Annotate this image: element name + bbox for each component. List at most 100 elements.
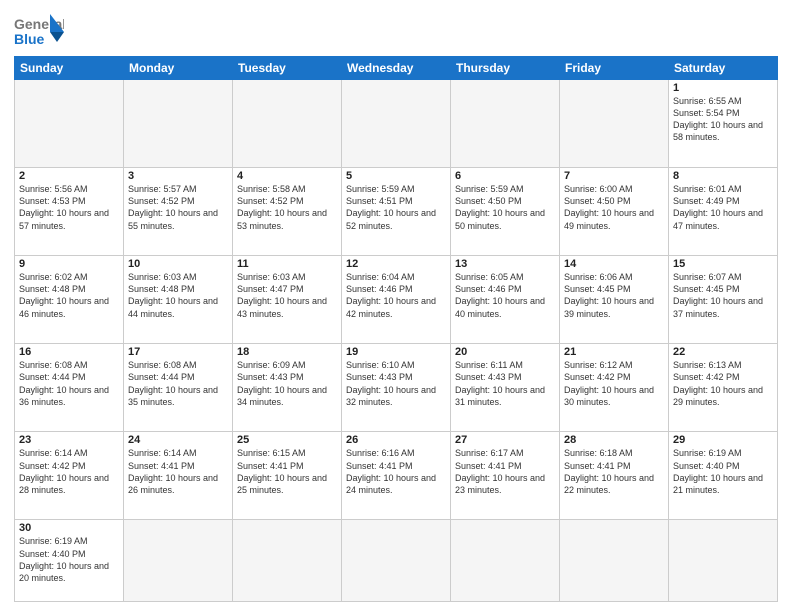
calendar-cell: 8Sunrise: 6:01 AM Sunset: 4:49 PM Daylig… [669, 168, 778, 256]
day-info: Sunrise: 5:57 AM Sunset: 4:52 PM Dayligh… [128, 183, 228, 232]
day-info: Sunrise: 6:19 AM Sunset: 4:40 PM Dayligh… [19, 535, 119, 584]
day-number: 29 [673, 434, 773, 446]
calendar-cell: 29Sunrise: 6:19 AM Sunset: 4:40 PM Dayli… [669, 432, 778, 520]
day-info: Sunrise: 6:11 AM Sunset: 4:43 PM Dayligh… [455, 359, 555, 408]
day-number: 8 [673, 170, 773, 182]
calendar-cell: 17Sunrise: 6:08 AM Sunset: 4:44 PM Dayli… [124, 344, 233, 432]
calendar-cell: 14Sunrise: 6:06 AM Sunset: 4:45 PM Dayli… [560, 256, 669, 344]
day-info: Sunrise: 6:17 AM Sunset: 4:41 PM Dayligh… [455, 447, 555, 496]
weekday-header-wednesday: Wednesday [342, 57, 451, 80]
day-info: Sunrise: 6:19 AM Sunset: 4:40 PM Dayligh… [673, 447, 773, 496]
day-number: 2 [19, 170, 119, 182]
calendar-cell: 25Sunrise: 6:15 AM Sunset: 4:41 PM Dayli… [233, 432, 342, 520]
day-number: 14 [564, 258, 664, 270]
day-info: Sunrise: 6:04 AM Sunset: 4:46 PM Dayligh… [346, 271, 446, 320]
calendar-cell: 3Sunrise: 5:57 AM Sunset: 4:52 PM Daylig… [124, 168, 233, 256]
calendar-cell: 26Sunrise: 6:16 AM Sunset: 4:41 PM Dayli… [342, 432, 451, 520]
day-number: 28 [564, 434, 664, 446]
calendar-cell: 21Sunrise: 6:12 AM Sunset: 4:42 PM Dayli… [560, 344, 669, 432]
day-info: Sunrise: 6:15 AM Sunset: 4:41 PM Dayligh… [237, 447, 337, 496]
page: GeneralBlue SundayMondayTuesdayWednesday… [0, 0, 792, 612]
calendar-cell [233, 520, 342, 602]
calendar-cell: 15Sunrise: 6:07 AM Sunset: 4:45 PM Dayli… [669, 256, 778, 344]
day-info: Sunrise: 5:59 AM Sunset: 4:50 PM Dayligh… [455, 183, 555, 232]
weekday-header-tuesday: Tuesday [233, 57, 342, 80]
day-number: 7 [564, 170, 664, 182]
week-row-5: 23Sunrise: 6:14 AM Sunset: 4:42 PM Dayli… [15, 432, 778, 520]
svg-text:Blue: Blue [14, 31, 45, 47]
day-info: Sunrise: 6:05 AM Sunset: 4:46 PM Dayligh… [455, 271, 555, 320]
calendar-cell [15, 80, 124, 168]
week-row-3: 9Sunrise: 6:02 AM Sunset: 4:48 PM Daylig… [15, 256, 778, 344]
calendar-cell: 24Sunrise: 6:14 AM Sunset: 4:41 PM Dayli… [124, 432, 233, 520]
day-info: Sunrise: 6:02 AM Sunset: 4:48 PM Dayligh… [19, 271, 119, 320]
day-info: Sunrise: 5:58 AM Sunset: 4:52 PM Dayligh… [237, 183, 337, 232]
day-number: 13 [455, 258, 555, 270]
calendar-cell: 2Sunrise: 5:56 AM Sunset: 4:53 PM Daylig… [15, 168, 124, 256]
calendar-cell [233, 80, 342, 168]
weekday-header-sunday: Sunday [15, 57, 124, 80]
day-info: Sunrise: 6:08 AM Sunset: 4:44 PM Dayligh… [19, 359, 119, 408]
calendar-cell: 27Sunrise: 6:17 AM Sunset: 4:41 PM Dayli… [451, 432, 560, 520]
week-row-1: 1Sunrise: 6:55 AM Sunset: 5:54 PM Daylig… [15, 80, 778, 168]
weekday-header-row: SundayMondayTuesdayWednesdayThursdayFrid… [15, 57, 778, 80]
calendar-cell: 1Sunrise: 6:55 AM Sunset: 5:54 PM Daylig… [669, 80, 778, 168]
calendar-cell: 20Sunrise: 6:11 AM Sunset: 4:43 PM Dayli… [451, 344, 560, 432]
day-number: 24 [128, 434, 228, 446]
day-number: 30 [19, 522, 119, 534]
day-info: Sunrise: 6:10 AM Sunset: 4:43 PM Dayligh… [346, 359, 446, 408]
day-number: 5 [346, 170, 446, 182]
weekday-header-friday: Friday [560, 57, 669, 80]
calendar-cell: 18Sunrise: 6:09 AM Sunset: 4:43 PM Dayli… [233, 344, 342, 432]
calendar-cell [669, 520, 778, 602]
day-info: Sunrise: 6:09 AM Sunset: 4:43 PM Dayligh… [237, 359, 337, 408]
day-info: Sunrise: 6:06 AM Sunset: 4:45 PM Dayligh… [564, 271, 664, 320]
day-number: 9 [19, 258, 119, 270]
day-number: 18 [237, 346, 337, 358]
day-info: Sunrise: 6:00 AM Sunset: 4:50 PM Dayligh… [564, 183, 664, 232]
calendar-cell [451, 520, 560, 602]
calendar-cell: 28Sunrise: 6:18 AM Sunset: 4:41 PM Dayli… [560, 432, 669, 520]
day-info: Sunrise: 6:08 AM Sunset: 4:44 PM Dayligh… [128, 359, 228, 408]
day-info: Sunrise: 6:14 AM Sunset: 4:42 PM Dayligh… [19, 447, 119, 496]
day-number: 25 [237, 434, 337, 446]
calendar-cell [342, 80, 451, 168]
day-info: Sunrise: 6:18 AM Sunset: 4:41 PM Dayligh… [564, 447, 664, 496]
day-number: 11 [237, 258, 337, 270]
day-number: 12 [346, 258, 446, 270]
day-info: Sunrise: 5:56 AM Sunset: 4:53 PM Dayligh… [19, 183, 119, 232]
day-number: 15 [673, 258, 773, 270]
calendar-cell: 13Sunrise: 6:05 AM Sunset: 4:46 PM Dayli… [451, 256, 560, 344]
day-info: Sunrise: 5:59 AM Sunset: 4:51 PM Dayligh… [346, 183, 446, 232]
day-number: 21 [564, 346, 664, 358]
day-info: Sunrise: 6:07 AM Sunset: 4:45 PM Dayligh… [673, 271, 773, 320]
day-info: Sunrise: 6:01 AM Sunset: 4:49 PM Dayligh… [673, 183, 773, 232]
day-info: Sunrise: 6:03 AM Sunset: 4:48 PM Dayligh… [128, 271, 228, 320]
weekday-header-monday: Monday [124, 57, 233, 80]
calendar-cell: 5Sunrise: 5:59 AM Sunset: 4:51 PM Daylig… [342, 168, 451, 256]
calendar-cell: 12Sunrise: 6:04 AM Sunset: 4:46 PM Dayli… [342, 256, 451, 344]
day-info: Sunrise: 6:03 AM Sunset: 4:47 PM Dayligh… [237, 271, 337, 320]
week-row-6: 30Sunrise: 6:19 AM Sunset: 4:40 PM Dayli… [15, 520, 778, 602]
calendar-cell: 7Sunrise: 6:00 AM Sunset: 4:50 PM Daylig… [560, 168, 669, 256]
day-info: Sunrise: 6:16 AM Sunset: 4:41 PM Dayligh… [346, 447, 446, 496]
day-number: 19 [346, 346, 446, 358]
day-number: 23 [19, 434, 119, 446]
header: GeneralBlue [14, 10, 778, 50]
calendar-cell: 22Sunrise: 6:13 AM Sunset: 4:42 PM Dayli… [669, 344, 778, 432]
day-number: 6 [455, 170, 555, 182]
calendar-cell [560, 520, 669, 602]
calendar-cell: 16Sunrise: 6:08 AM Sunset: 4:44 PM Dayli… [15, 344, 124, 432]
day-info: Sunrise: 6:13 AM Sunset: 4:42 PM Dayligh… [673, 359, 773, 408]
calendar-cell: 6Sunrise: 5:59 AM Sunset: 4:50 PM Daylig… [451, 168, 560, 256]
calendar-cell [342, 520, 451, 602]
day-number: 3 [128, 170, 228, 182]
day-info: Sunrise: 6:12 AM Sunset: 4:42 PM Dayligh… [564, 359, 664, 408]
calendar-cell [451, 80, 560, 168]
calendar-cell: 30Sunrise: 6:19 AM Sunset: 4:40 PM Dayli… [15, 520, 124, 602]
generalblue-logo-icon: GeneralBlue [14, 14, 64, 50]
weekday-header-saturday: Saturday [669, 57, 778, 80]
day-number: 17 [128, 346, 228, 358]
week-row-4: 16Sunrise: 6:08 AM Sunset: 4:44 PM Dayli… [15, 344, 778, 432]
day-number: 22 [673, 346, 773, 358]
